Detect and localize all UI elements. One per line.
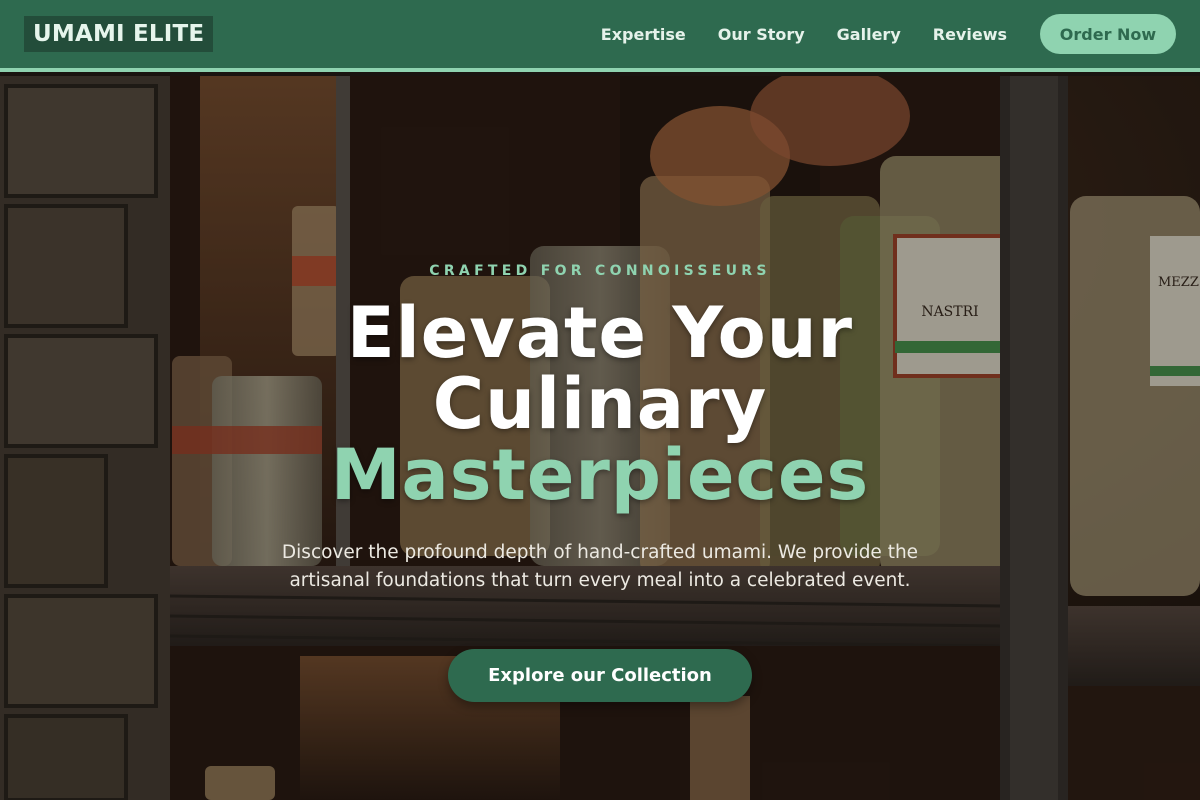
headline-line-2: Culinary xyxy=(432,363,768,445)
nav-link-reviews[interactable]: Reviews xyxy=(933,25,1007,44)
hero-content: CRAFTED FOR CONNOISSEURS Elevate Your Cu… xyxy=(0,0,1200,800)
hero-eyebrow: CRAFTED FOR CONNOISSEURS xyxy=(429,263,771,279)
navbar: UMAMI ELITE Expertise Our Story Gallery … xyxy=(0,0,1200,72)
hero-subtext: Discover the profound depth of hand-craf… xyxy=(281,542,919,591)
order-now-button[interactable]: Order Now xyxy=(1040,14,1176,54)
explore-collection-button[interactable]: Explore our Collection xyxy=(448,649,752,702)
headline-accent: Masterpieces xyxy=(330,434,870,516)
hero-headline: Elevate Your Culinary Masterpieces xyxy=(0,298,1200,511)
nav-link-our-story[interactable]: Our Story xyxy=(718,25,805,44)
nav-link-gallery[interactable]: Gallery xyxy=(837,25,901,44)
nav-links: Expertise Our Story Gallery Reviews xyxy=(601,25,1007,44)
brand-logo[interactable]: UMAMI ELITE xyxy=(24,16,214,52)
nav-link-expertise[interactable]: Expertise xyxy=(601,25,686,44)
headline-line-1: Elevate Your xyxy=(346,292,854,374)
